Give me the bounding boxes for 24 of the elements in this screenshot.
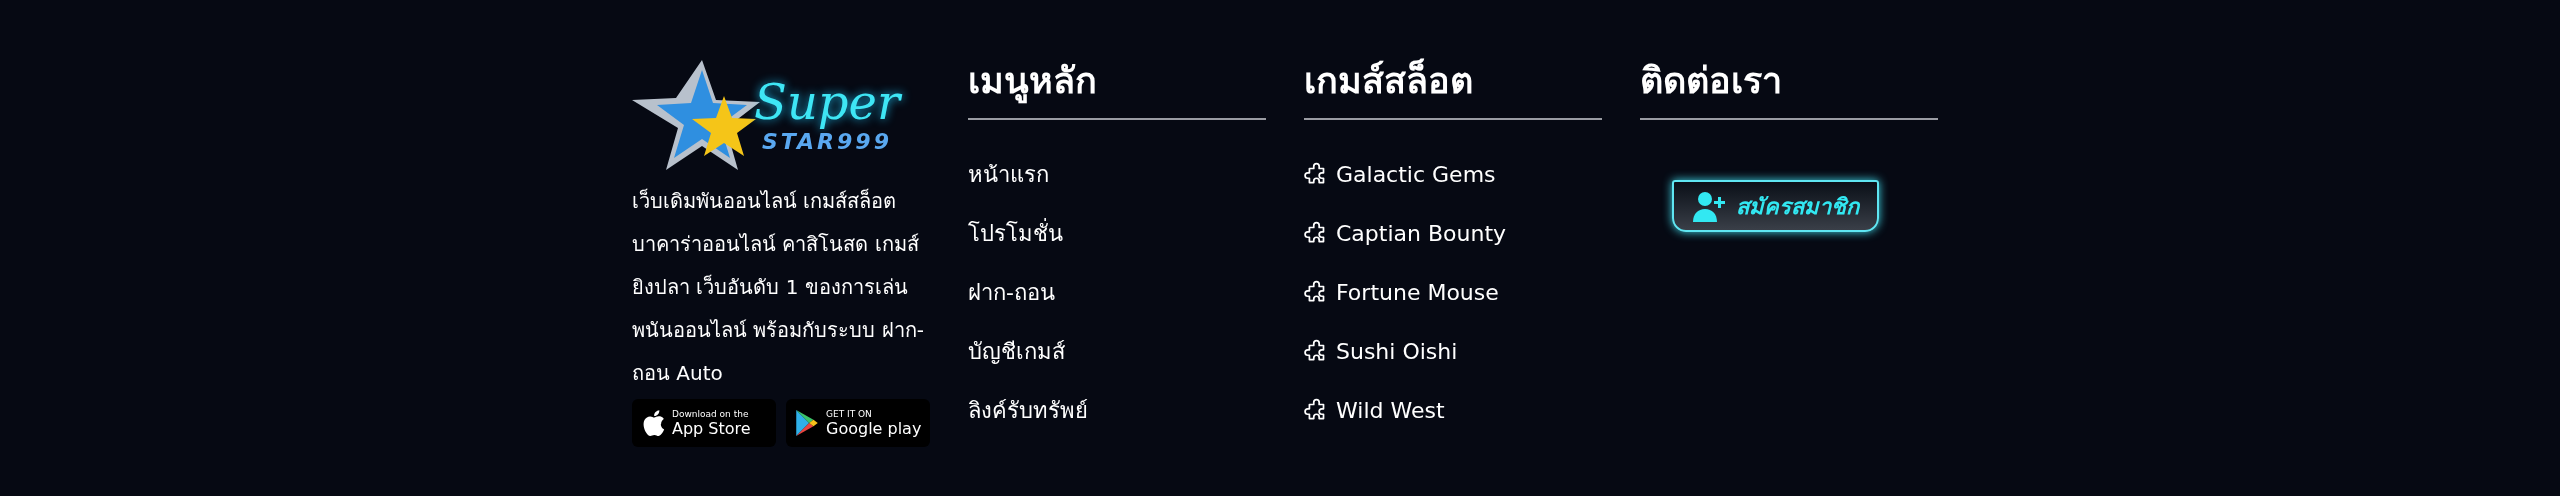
site-description: เว็บเดิมพันออนไลน์ เกมส์สล็อต บาคาร่าออนไลน์ คาสิโนสด เกมส์ยิงปลา เว็บอันดับ 1 ของการเล่นพนันออนไลน์ พร้อมกับระบบ ฝาก-ถอน Auto — [632, 187, 925, 387]
badge-caption: GET IT ON — [826, 409, 873, 419]
game-link[interactable]: Wild West — [1336, 394, 1445, 427]
store-badge[interactable]: GET IT ON Google play — [786, 399, 930, 447]
game-link[interactable]: Captian Bounty — [1336, 217, 1507, 250]
play-icon — [794, 409, 820, 437]
add-user-icon — [1692, 189, 1726, 223]
logo-wordmark: STAR999 — [761, 129, 892, 155]
menu-link[interactable]: บัญชีเกมส์ — [968, 335, 1266, 368]
column-heading: เกมส์สล็อต — [1304, 57, 1474, 103]
badge-title: Google play — [826, 420, 922, 437]
register-button[interactable]: สมัครสมาชิก — [1672, 180, 1879, 232]
badge-title: App Store — [672, 420, 751, 437]
game-link[interactable]: Fortune Mouse — [1336, 276, 1499, 309]
menu-link[interactable]: ลิงค์รับทรัพย์ — [968, 394, 1266, 427]
menu-link[interactable]: หน้าแรก — [968, 158, 1266, 191]
column-heading: เมนูหลัก — [968, 56, 1266, 106]
game-link[interactable]: Galactic Gems — [1336, 158, 1496, 191]
column-heading: ติดต่อเรา — [1640, 59, 1783, 103]
store-badge[interactable]: Download on the App Store — [632, 399, 776, 447]
menu-link[interactable]: ฝาก-ถอน — [968, 276, 1266, 309]
game-link[interactable]: Sushi Oishi — [1336, 335, 1458, 368]
badge-caption: Download on the — [672, 409, 750, 419]
menu-link[interactable]: โปรโมชั่น — [968, 217, 1266, 250]
